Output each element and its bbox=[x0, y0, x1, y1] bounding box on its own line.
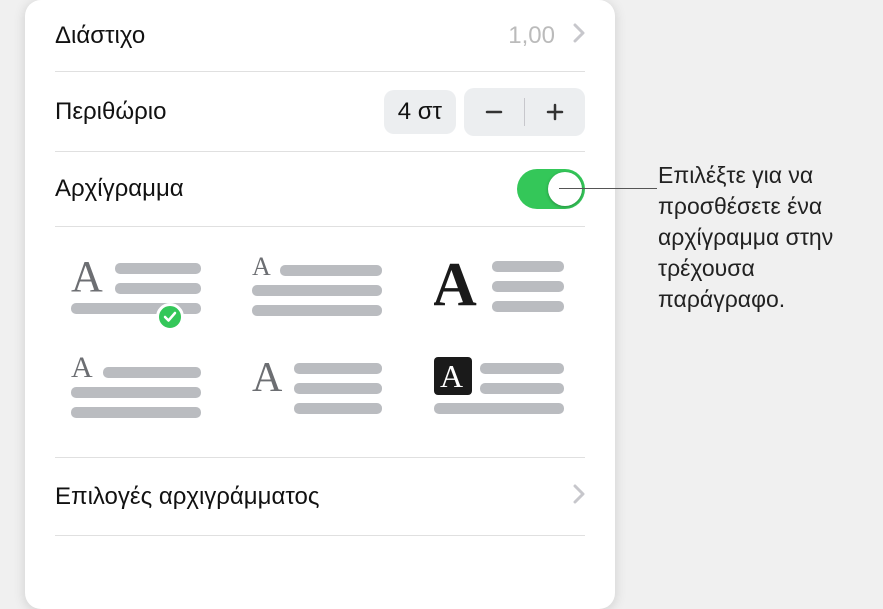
dropcap-style-5[interactable]: A bbox=[247, 355, 394, 425]
dropcap-options-label: Επιλογές αρχιγράμματος bbox=[55, 483, 319, 511]
margin-controls: 4 στ bbox=[384, 88, 585, 136]
toggle-knob bbox=[548, 172, 582, 206]
svg-text:A: A bbox=[252, 255, 271, 281]
format-panel: Διάστιχο 1,00 Περιθώριο 4 στ Αρχίγρα bbox=[25, 0, 615, 609]
dropcap-label: Αρχίγραμμα bbox=[55, 175, 184, 203]
line-spacing-label: Διάστιχο bbox=[55, 22, 145, 50]
svg-text:A: A bbox=[440, 358, 463, 394]
line-spacing-value: 1,00 bbox=[508, 22, 555, 50]
dropcap-style-4[interactable]: A bbox=[65, 355, 212, 425]
margin-increase-button[interactable] bbox=[525, 88, 585, 136]
margin-stepper bbox=[464, 88, 585, 136]
callout-text: Επιλέξτε για να προσθέσετε ένα αρχίγραμμ… bbox=[658, 160, 868, 315]
chevron-right-icon bbox=[573, 23, 585, 49]
margin-value[interactable]: 4 στ bbox=[384, 90, 456, 134]
dropcap-style-6[interactable]: A bbox=[428, 355, 575, 425]
callout-leader-line bbox=[559, 188, 657, 189]
svg-text:A: A bbox=[252, 355, 283, 401]
svg-text:A: A bbox=[71, 255, 103, 301]
line-spacing-row[interactable]: Διάστιχο 1,00 bbox=[55, 0, 585, 72]
margin-decrease-button[interactable] bbox=[464, 88, 524, 136]
dropcap-style-3[interactable]: A bbox=[428, 255, 575, 325]
dropcap-styles-grid: A A A bbox=[55, 227, 585, 458]
dropcap-row: Αρχίγραμμα bbox=[55, 152, 585, 227]
margin-label: Περιθώριο bbox=[55, 98, 166, 126]
dropcap-toggle[interactable] bbox=[517, 169, 585, 209]
dropcap-style-1[interactable]: A bbox=[65, 255, 212, 325]
dropcap-options-row[interactable]: Επιλογές αρχιγράμματος bbox=[55, 458, 585, 536]
checkmark-icon bbox=[156, 303, 184, 331]
margin-row: Περιθώριο 4 στ bbox=[55, 72, 585, 152]
dropcap-style-2[interactable]: A bbox=[247, 255, 394, 325]
chevron-right-icon bbox=[573, 484, 585, 510]
line-spacing-value-group: 1,00 bbox=[508, 22, 585, 50]
svg-text:A: A bbox=[71, 355, 93, 384]
svg-text:A: A bbox=[434, 255, 477, 319]
